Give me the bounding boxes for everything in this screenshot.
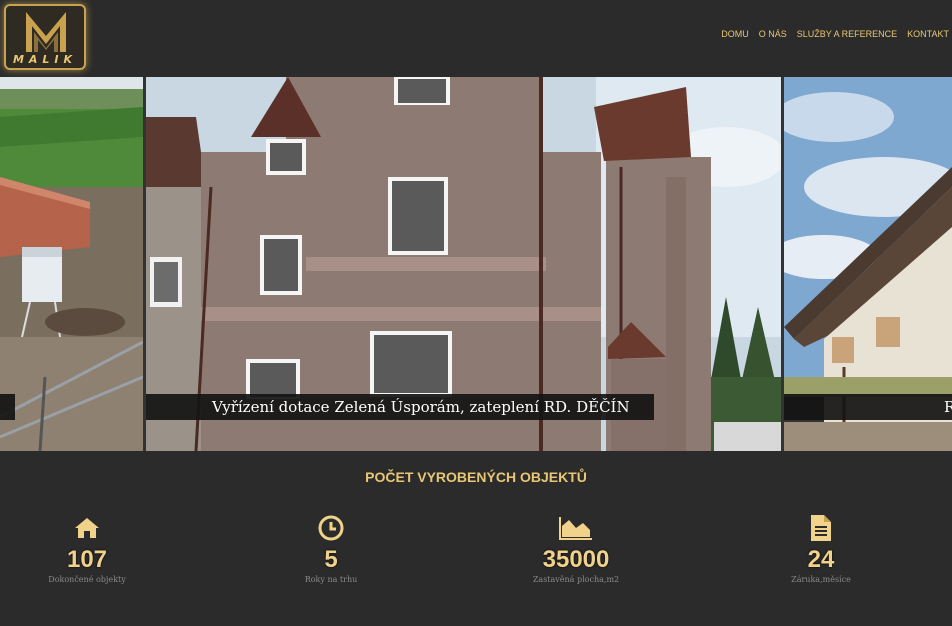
slide-caption xyxy=(0,394,15,420)
nav-item-o-nas[interactable]: O NÁS xyxy=(759,29,787,39)
stat-value: 5 xyxy=(324,546,338,573)
slide-caption: Vyřízení dotace Zelená Úsporám, zateplen… xyxy=(146,394,654,420)
clock-icon xyxy=(276,514,386,542)
stat-warranty: 24 Záruka,měsíce xyxy=(766,514,876,584)
slide-construction[interactable] xyxy=(0,77,143,451)
stat-value: 107 xyxy=(66,546,108,573)
stat-completed-objects: 107 Dokončené objekty xyxy=(32,514,142,584)
home-icon xyxy=(32,514,142,542)
nav-item-kontakt[interactable]: KONTAKT xyxy=(907,29,949,39)
construction-photo xyxy=(0,77,143,451)
stat-value: 35000 xyxy=(542,546,610,573)
header: MALIK DOMU O NÁS SLUŽBY A REFERENCE KONT… xyxy=(0,0,952,77)
slide-house-roof[interactable]: R xyxy=(784,77,952,451)
stats-title: POČET VYROBENÝCH OBJEKTŮ xyxy=(365,469,587,485)
slide-house-decin[interactable]: Vyřízení dotace Zelená Úsporám, zateplen… xyxy=(146,77,781,451)
stat-years-on-market: 5 Roky na trhu xyxy=(276,514,386,584)
stat-label: Záruka,měsíce xyxy=(791,575,851,584)
slide-caption: R xyxy=(784,394,952,420)
stat-built-area: 35000 Zastavěná plocha,m2 xyxy=(521,514,631,584)
stat-label: Dokončené objekty xyxy=(48,575,126,584)
nav-item-domu[interactable]: DOMU xyxy=(721,29,749,39)
logo[interactable]: MALIK xyxy=(4,4,86,70)
stat-label: Zastavěná plocha,m2 xyxy=(532,575,620,584)
document-icon xyxy=(766,514,876,542)
stat-value: 24 xyxy=(807,546,835,573)
stat-label: Roky na trhu xyxy=(304,575,358,584)
main-nav: DOMU O NÁS SLUŽBY A REFERENCE KONTAKT xyxy=(721,29,949,39)
logo-text: MALIK xyxy=(12,53,78,66)
image-slider[interactable]: Vyřízení dotace Zelená Úsporám, zateplen… xyxy=(0,77,952,451)
nav-item-sluzby[interactable]: SLUŽBY A REFERENCE xyxy=(797,29,897,39)
logo-mark-icon xyxy=(26,12,66,52)
area-chart-icon xyxy=(521,514,631,542)
